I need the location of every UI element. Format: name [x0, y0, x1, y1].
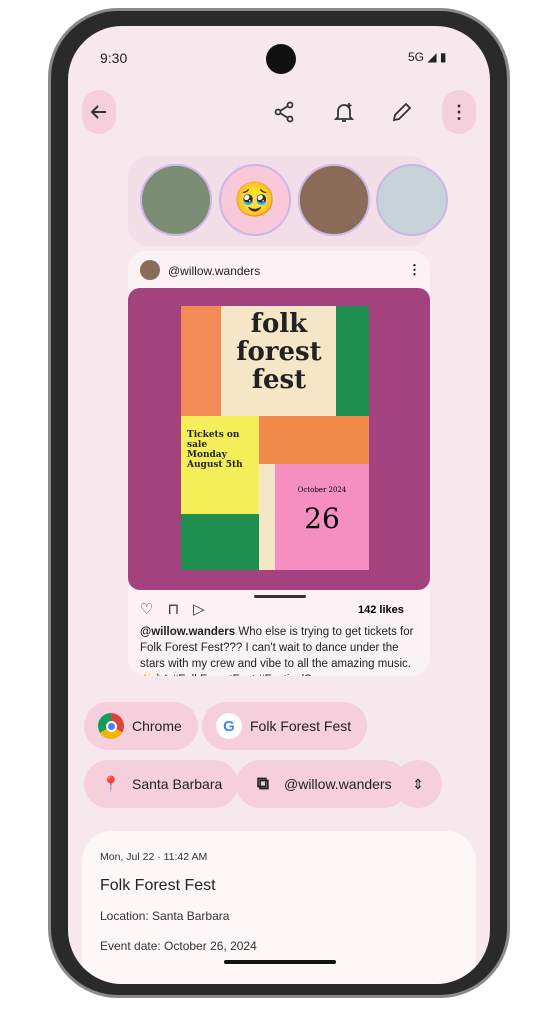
info-title: Folk Forest Fest: [100, 877, 216, 894]
camera-cutout: [266, 44, 296, 74]
bookmark-icon[interactable]: ⊓: [167, 600, 179, 618]
post-more-icon[interactable]: ⋮: [408, 262, 421, 278]
post-image: folk forest fest Tickets on sale Monday Au…: [128, 288, 430, 590]
chip-google-search[interactable]: G Folk Forest Fest: [202, 702, 368, 750]
screen: 9:30 5G ◢ ▮ ⋮ 🥹 @willow.wanders ⋮ folk fo…: [68, 26, 490, 984]
share-button[interactable]: [272, 100, 296, 129]
edit-button[interactable]: [390, 100, 414, 129]
poster-lips: [181, 514, 259, 570]
poster-eyes: [336, 306, 369, 416]
chip-label: Chrome: [132, 718, 182, 734]
poster-title: folk forest fest: [229, 310, 329, 394]
back-arrow-icon: [90, 105, 106, 119]
info-event-date: Event date: October 26, 2024: [100, 939, 257, 953]
chip-maps[interactable]: 📍 Santa Barbara: [84, 760, 239, 808]
chrome-logo-icon: [98, 713, 124, 739]
status-network: 5G ◢ ▮: [408, 50, 447, 64]
network-label: 5G: [408, 50, 425, 64]
poster-month: October 2024: [297, 486, 347, 494]
bell-plus-icon: [333, 103, 355, 122]
copy-icon: ⧉: [256, 774, 270, 793]
poster-day: 26: [304, 502, 340, 535]
carousel-indicator: [254, 595, 306, 598]
chip-label: Santa Barbara: [132, 776, 223, 792]
info-location: Location: Santa Barbara: [100, 909, 230, 923]
add-reminder-button[interactable]: [332, 100, 356, 129]
avatar[interactable]: [376, 164, 448, 236]
caption-username: @willow.wanders: [140, 626, 236, 638]
chip-label: @willow.wanders: [284, 776, 392, 792]
poster-sun: [259, 416, 369, 464]
poster-tickets: Tickets on sale Monday August 5th: [187, 430, 243, 470]
more-vertical-icon: ⋮: [450, 101, 468, 122]
chip-chrome[interactable]: Chrome: [84, 702, 198, 750]
info-timestamp: Mon, Jul 22 · 11:42 AM: [100, 851, 208, 863]
avatar-emoji[interactable]: 🥹: [219, 164, 291, 236]
poster: folk forest fest Tickets on sale Monday Au…: [181, 306, 369, 570]
more-button[interactable]: ⋮: [442, 90, 476, 134]
pencil-icon: [392, 102, 412, 122]
heart-icon[interactable]: ♡: [140, 600, 153, 618]
poster-dots: [181, 306, 221, 416]
send-icon[interactable]: ▷: [193, 600, 205, 618]
contact-avatars: 🥹: [128, 156, 448, 246]
back-button[interactable]: [82, 90, 116, 134]
chip-copy[interactable]: ⧉ @willow.wanders: [236, 760, 408, 808]
status-time: 9:30: [100, 50, 128, 66]
maps-pin-icon: 📍: [101, 776, 121, 793]
post-avatar: [140, 260, 160, 280]
expand-chips-button[interactable]: ⇕: [394, 760, 442, 808]
poster-title-3: fest: [251, 365, 307, 395]
poster-title-2: forest: [236, 337, 322, 367]
chip-label: Folk Forest Fest: [250, 718, 352, 734]
post-username[interactable]: @willow.wanders: [168, 264, 260, 278]
home-indicator[interactable]: [224, 960, 336, 964]
google-logo-icon: G: [216, 713, 242, 739]
avatar[interactable]: [298, 164, 370, 236]
unfold-icon: ⇕: [412, 775, 424, 792]
likes-count: 142 likes: [358, 604, 404, 616]
post-actions: ♡ ⊓ ▷: [140, 600, 205, 618]
avatar[interactable]: [140, 164, 212, 236]
poster-title-1: folk: [250, 309, 308, 339]
share-icon: [274, 101, 294, 123]
post-caption: @willow.wanders Who else is trying to ge…: [140, 624, 420, 676]
